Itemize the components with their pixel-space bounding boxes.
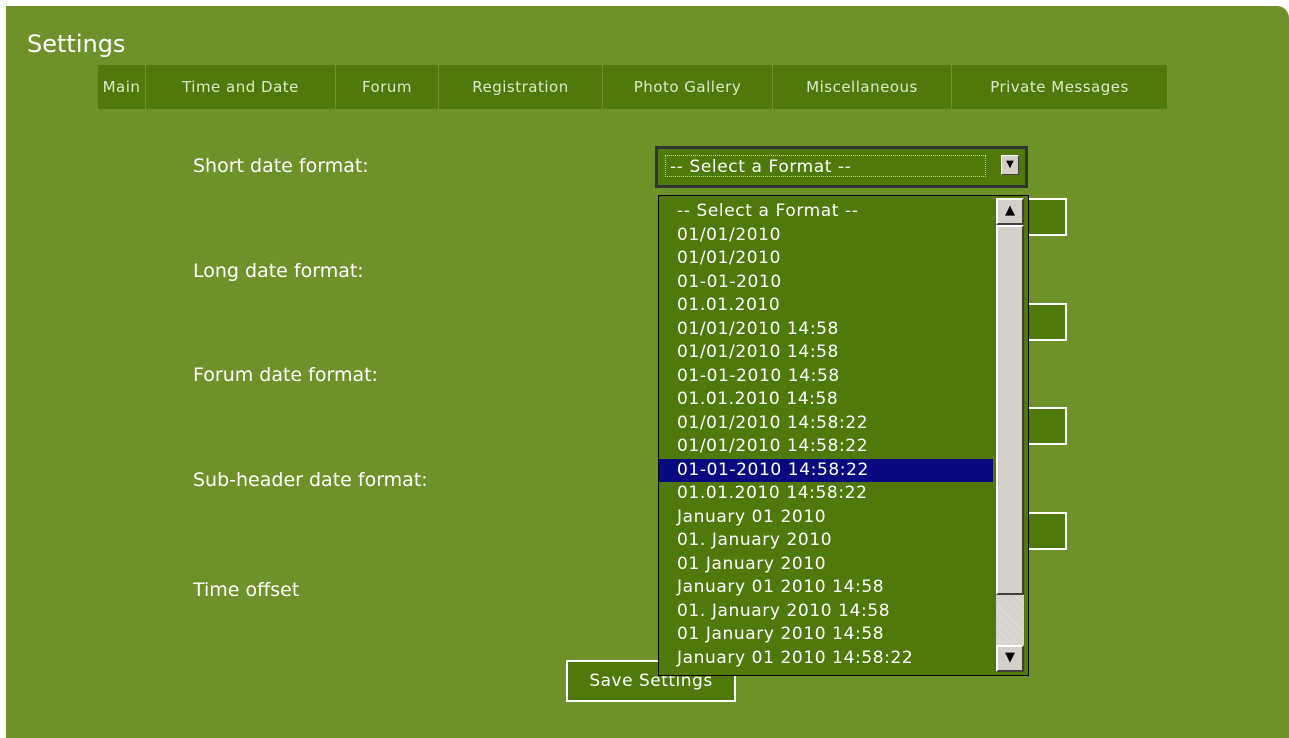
- option-item[interactable]: January 01 2010: [659, 506, 993, 530]
- option-item[interactable]: 01.01.2010 14:58: [659, 388, 993, 412]
- tab-photo-gallery[interactable]: Photo Gallery: [603, 65, 773, 109]
- option-item[interactable]: January 01 2010 14:58: [659, 576, 993, 600]
- chevron-down-icon[interactable]: ▼: [1001, 155, 1019, 175]
- option-item[interactable]: January 01 2010 14:58:22: [659, 647, 993, 671]
- long-date-label: Long date format:: [193, 260, 364, 282]
- select-current-value: -- Select a Format --: [665, 155, 986, 177]
- time-offset-label: Time offset: [193, 579, 300, 601]
- tab-bar: Main Time and Date Forum Registration Ph…: [98, 65, 1167, 109]
- tab-main[interactable]: Main: [98, 65, 146, 109]
- scroll-down-icon[interactable]: ▼: [996, 645, 1024, 672]
- option-item[interactable]: 01/01/2010 14:58: [659, 341, 993, 365]
- option-item[interactable]: 01-01-2010: [659, 271, 993, 295]
- option-item[interactable]: 01 January 2010 14:58: [659, 623, 993, 647]
- tab-registration[interactable]: Registration: [439, 65, 603, 109]
- option-item[interactable]: -- Select a Format --: [659, 200, 993, 224]
- option-item[interactable]: 01. January 2010 14:58: [659, 600, 993, 624]
- option-item[interactable]: 01.01.2010 14:58:22: [659, 482, 993, 506]
- short-date-label: Short date format:: [193, 155, 369, 177]
- subheader-date-label: Sub-header date format:: [193, 469, 428, 491]
- dropdown-list[interactable]: -- Select a Format -- 01/01/2010 01/01/201…: [658, 195, 1029, 676]
- scrollbar[interactable]: ▲ ▼: [996, 198, 1024, 672]
- tab-miscellaneous[interactable]: Miscellaneous: [773, 65, 952, 109]
- tab-forum[interactable]: Forum: [336, 65, 439, 109]
- options-list: -- Select a Format -- 01/01/2010 01/01/201…: [659, 200, 993, 670]
- forum-date-label: Forum date format:: [193, 364, 378, 386]
- option-item[interactable]: 01/01/2010: [659, 224, 993, 248]
- tab-private-messages[interactable]: Private Messages: [952, 65, 1167, 109]
- option-item-selected[interactable]: 01-01-2010 14:58:22: [659, 458, 993, 482]
- page-title: Settings: [27, 30, 126, 58]
- short-date-select[interactable]: -- Select a Format -- ▼: [655, 146, 1028, 188]
- option-item[interactable]: 01-01-2010 14:58: [659, 365, 993, 389]
- scrollbar-track[interactable]: [996, 595, 1024, 645]
- option-item[interactable]: 01/01/2010 14:58:22: [659, 412, 993, 436]
- scroll-up-icon[interactable]: ▲: [996, 198, 1024, 225]
- option-item[interactable]: 01/01/2010 14:58: [659, 318, 993, 342]
- scrollbar-thumb[interactable]: [996, 225, 1024, 595]
- tab-time-and-date[interactable]: Time and Date: [146, 65, 336, 109]
- option-item[interactable]: 01. January 2010: [659, 529, 993, 553]
- option-item[interactable]: 01 January 2010: [659, 553, 993, 577]
- option-item[interactable]: 01.01.2010: [659, 294, 993, 318]
- option-item[interactable]: 01/01/2010: [659, 247, 993, 271]
- option-item[interactable]: 01/01/2010 14:58:22: [659, 435, 993, 459]
